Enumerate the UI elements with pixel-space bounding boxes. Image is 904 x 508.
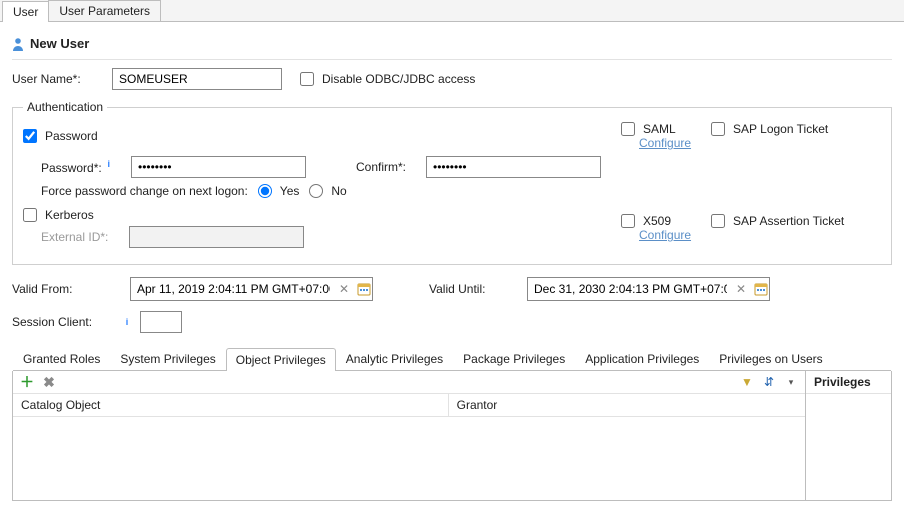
kerberos-cb-box[interactable]: [23, 208, 37, 222]
disable-odbc-label: Disable ODBC/JDBC access: [322, 72, 475, 86]
tab-application-privileges[interactable]: Application Privileges: [575, 347, 709, 370]
force-yes-label: Yes: [280, 184, 300, 198]
force-yes-box[interactable]: [258, 184, 272, 198]
top-tab-strip: User User Parameters: [0, 0, 904, 22]
object-priv-toolbar: ＋ ✖ ▼ ⇵ ▾: [13, 371, 805, 394]
sap-logon-checkbox[interactable]: SAP Logon Ticket: [711, 122, 828, 136]
authentication-legend: Authentication: [23, 100, 107, 114]
clear-icon[interactable]: ✕: [733, 281, 749, 297]
filter-icon[interactable]: ▼: [739, 374, 755, 390]
saml-cb-box[interactable]: [621, 122, 635, 136]
info-icon: i: [104, 159, 114, 169]
info-icon: i: [122, 317, 132, 327]
valid-until-input[interactable]: [528, 278, 733, 300]
clear-icon[interactable]: ✕: [336, 281, 352, 297]
tab-analytic-privileges[interactable]: Analytic Privileges: [336, 347, 453, 370]
valid-from-field[interactable]: ✕: [130, 277, 373, 301]
add-icon[interactable]: ＋: [19, 374, 35, 390]
tab-object-privileges[interactable]: Object Privileges: [226, 348, 336, 371]
privileges-tab-strip: Granted Roles System Privileges Object P…: [13, 347, 891, 371]
session-client-label: Session Client:: [12, 315, 112, 329]
col-grantor[interactable]: Grantor: [449, 394, 805, 416]
username-label: User Name*:: [12, 72, 112, 86]
calendar-icon[interactable]: [356, 281, 372, 297]
password-cb-label: Password: [45, 129, 98, 143]
tab-privileges-on-users[interactable]: Privileges on Users: [709, 347, 832, 370]
password-checkbox[interactable]: Password: [23, 129, 98, 143]
col-catalog-object[interactable]: Catalog Object: [13, 394, 449, 416]
kerberos-cb-label: Kerberos: [45, 208, 94, 222]
tab-granted-roles[interactable]: Granted Roles: [13, 347, 110, 370]
grid-header: Catalog Object Grantor: [13, 394, 805, 417]
tab-package-privileges[interactable]: Package Privileges: [453, 347, 575, 370]
session-client-input[interactable]: [140, 311, 182, 333]
disable-odbc-cb-box[interactable]: [300, 72, 314, 86]
password-cb-box[interactable]: [23, 129, 37, 143]
valid-until-field[interactable]: ✕: [527, 277, 770, 301]
valid-from-label: Valid From:: [12, 282, 112, 296]
external-id-label: External ID*:: [41, 230, 121, 244]
tab-user[interactable]: User: [2, 1, 49, 22]
remove-icon[interactable]: ✖: [41, 374, 57, 390]
valid-from-input[interactable]: [131, 278, 336, 300]
external-id-input: [129, 226, 304, 248]
force-yes-radio[interactable]: Yes: [258, 184, 300, 198]
confirm-input[interactable]: [426, 156, 601, 178]
confirm-label: Confirm*:: [356, 160, 416, 174]
password-input[interactable]: [131, 156, 306, 178]
force-no-box[interactable]: [309, 184, 323, 198]
force-change-label: Force password change on next logon:: [41, 184, 248, 198]
sap-logon-cb-box[interactable]: [711, 122, 725, 136]
sap-assertion-cb-box[interactable]: [711, 214, 725, 228]
x509-cb-box[interactable]: [621, 214, 635, 228]
sap-assertion-cb-label: SAP Assertion Ticket: [733, 214, 844, 228]
chevron-down-icon[interactable]: ▾: [783, 374, 799, 390]
tab-user-parameters[interactable]: User Parameters: [48, 0, 161, 21]
user-icon: [12, 37, 24, 51]
password-label: Password*:i: [41, 159, 121, 175]
force-no-radio[interactable]: No: [309, 184, 346, 198]
sort-icon[interactable]: ⇵: [761, 374, 777, 390]
saml-checkbox[interactable]: SAML: [621, 122, 691, 136]
saml-configure-link[interactable]: Configure: [621, 136, 691, 150]
valid-until-label: Valid Until:: [429, 282, 509, 296]
authentication-group: Authentication Password SAML Conf: [12, 100, 892, 265]
sap-logon-cb-label: SAP Logon Ticket: [733, 122, 828, 136]
x509-cb-label: X509: [643, 214, 671, 228]
disable-odbc-checkbox[interactable]: Disable ODBC/JDBC access: [300, 72, 475, 86]
tab-system-privileges[interactable]: System Privileges: [110, 347, 225, 370]
x509-checkbox[interactable]: X509: [621, 214, 691, 228]
force-no-label: No: [331, 184, 346, 198]
page-title: New User: [30, 36, 89, 51]
kerberos-checkbox[interactable]: Kerberos: [23, 208, 94, 222]
sap-assertion-checkbox[interactable]: SAP Assertion Ticket: [711, 214, 844, 228]
calendar-icon[interactable]: [753, 281, 769, 297]
privileges-panel-header: Privileges: [806, 371, 891, 394]
grid-body: [13, 417, 805, 500]
saml-cb-label: SAML: [643, 122, 676, 136]
x509-configure-link[interactable]: Configure: [621, 228, 691, 242]
username-input[interactable]: [112, 68, 282, 90]
